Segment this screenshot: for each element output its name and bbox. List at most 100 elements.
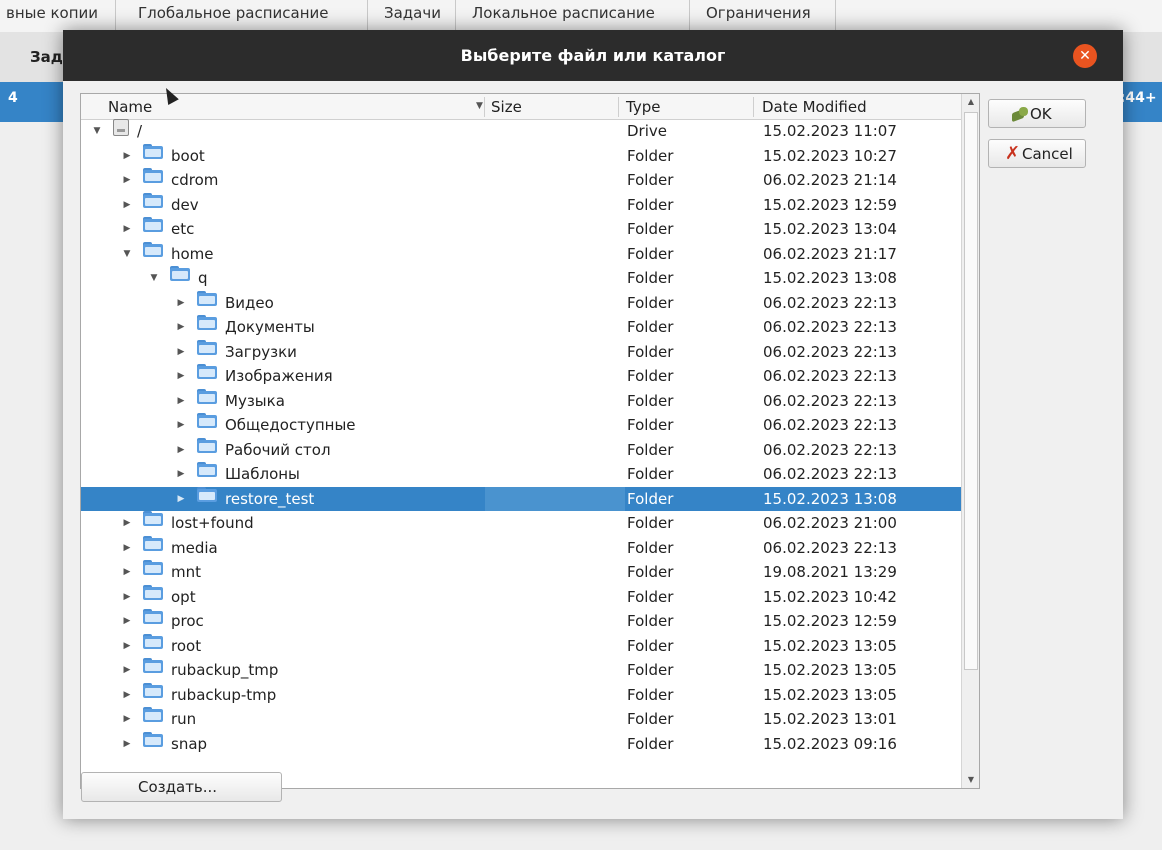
tree-row[interactable]: ▶ opt Folder 15.02.2023 10:42: [81, 585, 961, 609]
size-cell: [485, 536, 625, 560]
expand-arrow-icon[interactable]: ▶: [121, 536, 133, 561]
expand-arrow-icon[interactable]: ▶: [175, 340, 187, 365]
expand-arrow-icon[interactable]: ▶: [121, 217, 133, 242]
collapse-arrow-icon[interactable]: ▼: [91, 119, 103, 144]
tree-row[interactable]: ▶ media Folder 06.02.2023 22:13: [81, 536, 961, 560]
expand-arrow-icon[interactable]: ▶: [175, 315, 187, 340]
scrollbar-thumb[interactable]: [964, 112, 978, 670]
dialog-titlebar[interactable]: Выберите файл или каталог ✕: [63, 30, 1123, 81]
expand-arrow-icon[interactable]: ▶: [121, 732, 133, 757]
bg-tab-tasks[interactable]: Задачи: [368, 0, 456, 30]
row-date-modified: 15.02.2023 13:04: [763, 220, 897, 238]
tree-row[interactable]: ▶ snap Folder 15.02.2023 09:16: [81, 732, 961, 756]
tree-row[interactable]: ▼ / Drive 15.02.2023 11:07: [81, 119, 961, 143]
expand-arrow-icon[interactable]: ▶: [175, 291, 187, 316]
folder-icon: [143, 658, 163, 673]
column-name-header[interactable]: Name: [108, 94, 152, 119]
folder-icon: [197, 462, 217, 477]
close-icon[interactable]: ✕: [1073, 44, 1097, 68]
tree-row[interactable]: ▶ boot Folder 15.02.2023 10:27: [81, 144, 961, 168]
row-name: etc: [171, 220, 195, 238]
expand-arrow-icon[interactable]: ▶: [121, 168, 133, 193]
tree-row[interactable]: ▶ mnt Folder 19.08.2021 13:29: [81, 560, 961, 584]
tree-row[interactable]: ▶ cdrom Folder 06.02.2023 21:14: [81, 168, 961, 192]
column-size-header[interactable]: Size: [491, 94, 522, 119]
expand-arrow-icon[interactable]: ▶: [121, 707, 133, 732]
cancel-button[interactable]: ✗ Cancel: [988, 139, 1086, 168]
expand-arrow-icon[interactable]: ▶: [121, 560, 133, 585]
tree-row[interactable]: ▶ Документы Folder 06.02.2023 22:13: [81, 315, 961, 339]
tree-row[interactable]: ▶ Музыка Folder 06.02.2023 22:13: [81, 389, 961, 413]
expand-arrow-icon[interactable]: ▶: [121, 658, 133, 683]
tree-row[interactable]: ▶ dev Folder 15.02.2023 12:59: [81, 193, 961, 217]
tree-row[interactable]: ▶ Рабочий стол Folder 06.02.2023 22:13: [81, 438, 961, 462]
bg-tab-limits[interactable]: Ограничения: [690, 0, 836, 30]
expand-arrow-icon[interactable]: ▶: [175, 462, 187, 487]
tree-row[interactable]: ▶ Видео Folder 06.02.2023 22:13: [81, 291, 961, 315]
column-date-header[interactable]: Date Modified: [762, 94, 867, 119]
row-type: Folder: [627, 514, 674, 532]
folder-icon: [143, 168, 163, 183]
tree-row[interactable]: ▶ Общедоступные Folder 06.02.2023 22:13: [81, 413, 961, 437]
expand-arrow-icon[interactable]: ▶: [121, 609, 133, 634]
expand-arrow-icon[interactable]: ▶: [121, 585, 133, 610]
row-type: Folder: [627, 294, 674, 312]
expand-arrow-icon[interactable]: ▶: [121, 683, 133, 708]
expand-arrow-icon[interactable]: ▶: [121, 511, 133, 536]
tree-row[interactable]: ▼ home Folder 06.02.2023 21:17: [81, 242, 961, 266]
folder-icon: [143, 560, 163, 575]
tree-header: Name ▼ Size Type Date Modified: [81, 94, 961, 120]
row-name: snap: [171, 735, 208, 753]
row-type: Folder: [627, 710, 674, 728]
scroll-down-icon[interactable]: ▼: [962, 772, 979, 788]
row-date-modified: 06.02.2023 22:13: [763, 367, 897, 385]
row-date-modified: 15.02.2023 10:27: [763, 147, 897, 165]
tree-row[interactable]: ▶ restore_test Folder 15.02.2023 13:08: [81, 487, 961, 511]
sort-down-icon: ▼: [476, 101, 483, 111]
row-type: Folder: [627, 612, 674, 630]
bg-tab-backups[interactable]: вные копии: [0, 0, 116, 30]
tree-row[interactable]: ▼ q Folder 15.02.2023 13:08: [81, 266, 961, 290]
expand-arrow-icon[interactable]: ▶: [175, 364, 187, 389]
create-folder-button[interactable]: Создать...: [81, 772, 282, 802]
size-cell: [485, 658, 625, 682]
tree-row[interactable]: ▶ proc Folder 15.02.2023 12:59: [81, 609, 961, 633]
folder-icon: [197, 389, 217, 404]
tree-row[interactable]: ▶ rubackup_tmp Folder 15.02.2023 13:05: [81, 658, 961, 682]
folder-icon: [197, 438, 217, 453]
column-type-header[interactable]: Type: [626, 94, 660, 119]
tree-row[interactable]: ▶ lost+found Folder 06.02.2023 21:00: [81, 511, 961, 535]
size-cell: [485, 340, 625, 364]
expand-arrow-icon[interactable]: ▶: [175, 389, 187, 414]
expand-arrow-icon[interactable]: ▶: [175, 487, 187, 512]
collapse-arrow-icon[interactable]: ▼: [148, 266, 160, 291]
expand-arrow-icon[interactable]: ▶: [175, 413, 187, 438]
tree-row[interactable]: ▶ root Folder 15.02.2023 13:05: [81, 634, 961, 658]
tree-row[interactable]: ▶ Изображения Folder 06.02.2023 22:13: [81, 364, 961, 388]
tree-row[interactable]: ▶ rubackup-tmp Folder 15.02.2023 13:05: [81, 683, 961, 707]
bg-tab-global-schedule[interactable]: Глобальное расписание: [122, 0, 368, 30]
scroll-up-icon[interactable]: ▲: [962, 94, 979, 110]
tree-row[interactable]: ▶ Шаблоны Folder 06.02.2023 22:13: [81, 462, 961, 486]
tree-row[interactable]: ▶ run Folder 15.02.2023 13:01: [81, 707, 961, 731]
folder-icon: [143, 144, 163, 159]
row-name: home: [171, 245, 214, 263]
tree-row[interactable]: ▶ Загрузки Folder 06.02.2023 22:13: [81, 340, 961, 364]
row-date-modified: 06.02.2023 22:13: [763, 392, 897, 410]
bg-tab-local-schedule[interactable]: Локальное расписание: [456, 0, 690, 30]
expand-arrow-icon[interactable]: ▶: [121, 634, 133, 659]
row-date-modified: 06.02.2023 22:13: [763, 343, 897, 361]
tree-row[interactable]: ▶ etc Folder 15.02.2023 13:04: [81, 217, 961, 241]
size-cell: [485, 389, 625, 413]
size-cell: [485, 462, 625, 486]
file-tree-view[interactable]: Name ▼ Size Type Date Modified ▼ / Drive 15…: [80, 93, 980, 789]
expand-arrow-icon[interactable]: ▶: [121, 193, 133, 218]
collapse-arrow-icon[interactable]: ▼: [121, 242, 133, 267]
ok-button[interactable]: OK: [988, 99, 1086, 128]
expand-arrow-icon[interactable]: ▶: [121, 144, 133, 169]
size-cell: [485, 560, 625, 584]
expand-arrow-icon[interactable]: ▶: [175, 438, 187, 463]
dialog-title: Выберите файл или каталог: [460, 46, 726, 65]
vertical-scrollbar[interactable]: ▲ ▼: [961, 94, 979, 788]
row-date-modified: 15.02.2023 13:08: [763, 490, 897, 508]
